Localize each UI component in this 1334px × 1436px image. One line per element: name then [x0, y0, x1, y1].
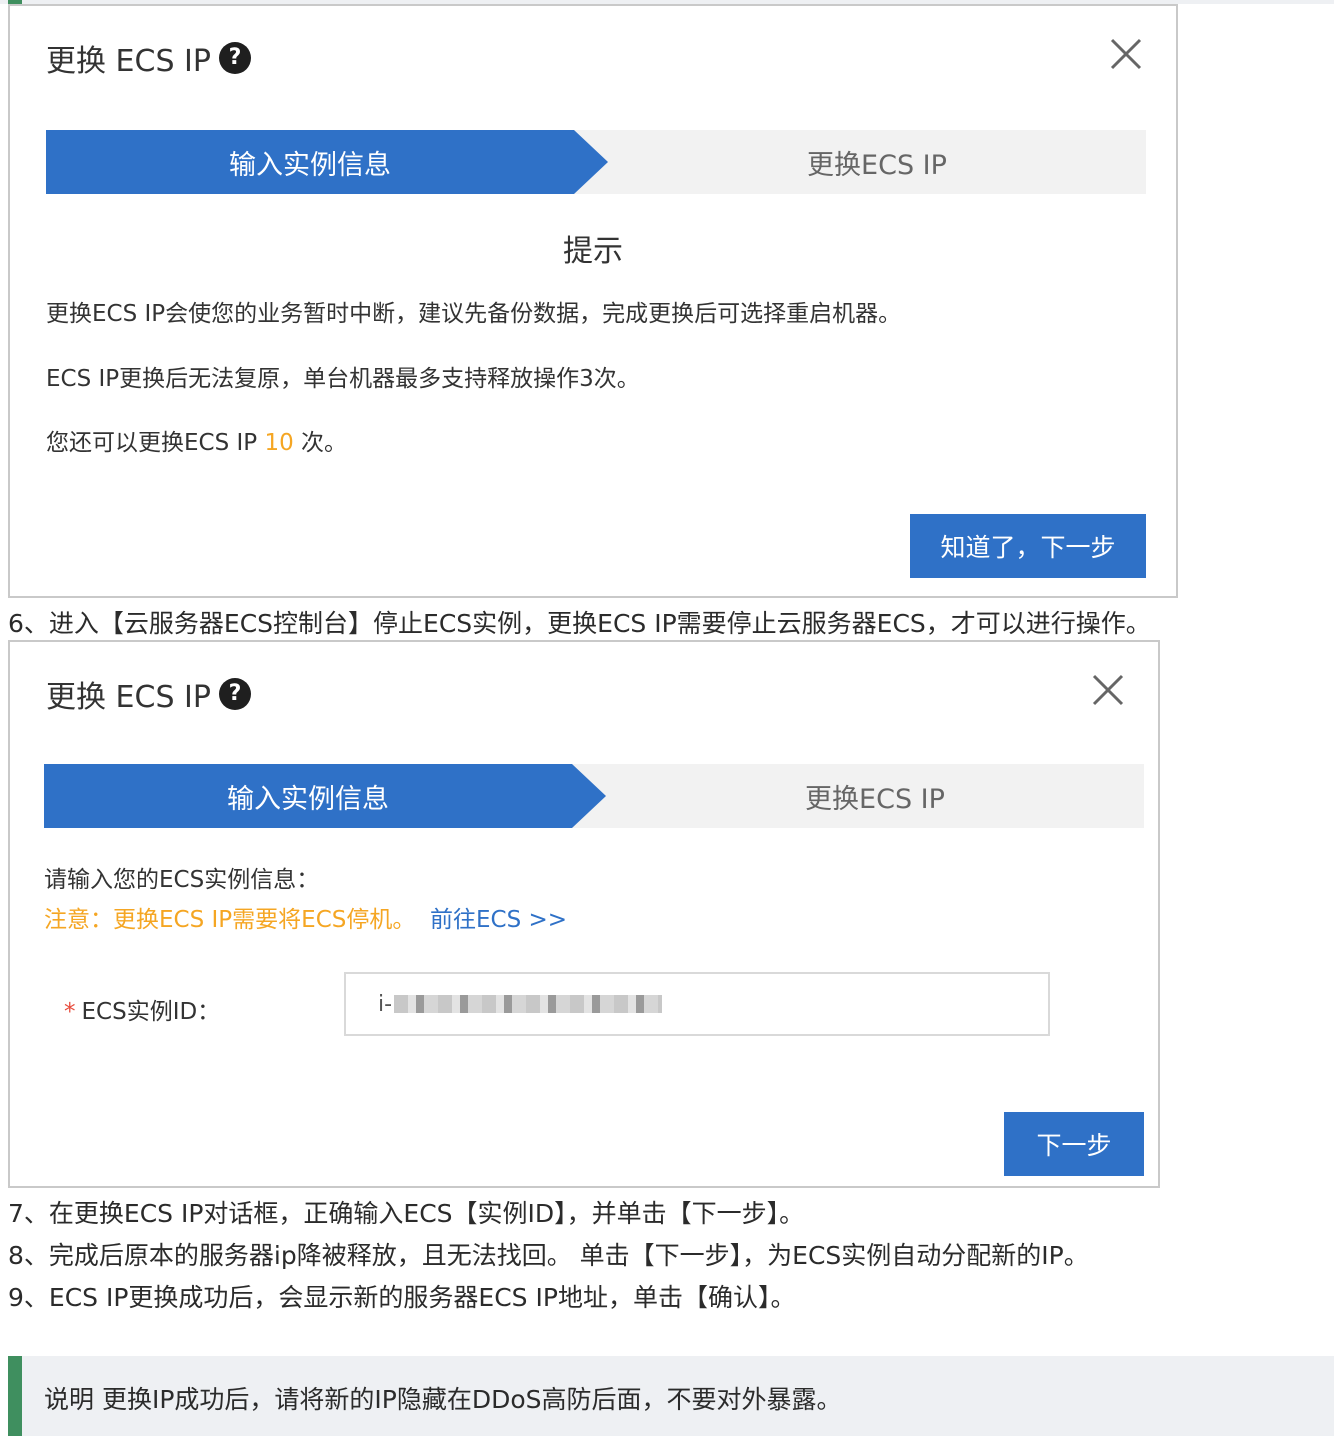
required-marker: *	[64, 999, 76, 1025]
note-accent-bar	[8, 1356, 22, 1436]
step-input-instance-info: 输入实例信息	[46, 130, 608, 194]
dialog-title: 更换 ECS IP ?	[46, 36, 251, 80]
note-text: 说明 更换IP成功后，请将新的IP隐藏在DDoS高防后面，不要对外暴露。	[44, 1385, 842, 1414]
tip-line-1: 更换ECS IP会使您的业务暂时中断，建议先备份数据，完成更换后可选择重启机器。	[46, 301, 902, 327]
tip-line-2: ECS IP更换后无法复原，单台机器最多支持释放操作3次。	[46, 366, 640, 392]
help-icon[interactable]: ?	[218, 678, 251, 710]
step-8-text: 8、完成后原本的服务器ip降被释放，且无法找回。 单击【下一步】，为ECS实例自…	[8, 1241, 1089, 1270]
instance-id-label: * ECS实例ID：	[64, 992, 220, 1026]
remaining-count: 10	[264, 430, 294, 456]
dialog-title: 更换 ECS IP ?	[46, 672, 251, 716]
step-9-text: 9、ECS IP更换成功后，会显示新的服务器ECS IP地址，单击【确认】。	[8, 1283, 796, 1312]
remaining-prefix: 您还可以更换ECS IP	[46, 430, 265, 456]
warning-line: 注意：更换ECS IP需要将ECS停机。 前往ECS >>	[44, 900, 567, 934]
remaining-suffix: 次。	[293, 430, 348, 456]
input-prompt: 请输入您的ECS实例信息：	[44, 867, 320, 893]
instance-id-prefix: i-	[378, 991, 393, 1017]
go-to-ecs-link[interactable]: 前往ECS >>	[430, 907, 567, 933]
tip-title: 提示	[563, 234, 623, 269]
redacted-instance-id	[394, 995, 663, 1013]
dialog-input-instance: 更换 ECS IP ? 输入实例信息 更换ECS IP 请输入您的ECS实例信息…	[8, 640, 1160, 1188]
step-change-ecs-ip: 更换ECS IP	[805, 783, 945, 815]
close-icon[interactable]	[1088, 670, 1128, 710]
dialog-title-text: 更换 ECS IP	[46, 44, 211, 79]
step-7-text: 7、在更换ECS IP对话框，正确输入ECS【实例ID】，并单击【下一步】。	[8, 1199, 805, 1228]
instance-id-input[interactable]: i-	[344, 972, 1050, 1036]
step-input-instance-info: 输入实例信息	[44, 764, 606, 828]
got-it-next-button[interactable]: 知道了，下一步	[910, 514, 1146, 578]
step-6-text: 6、进入【云服务器ECS控制台】停止ECS实例，更换ECS IP需要停止云服务器…	[8, 609, 1151, 638]
close-icon[interactable]	[1106, 34, 1146, 74]
next-button[interactable]: 下一步	[1004, 1112, 1144, 1176]
step-indicator: 输入实例信息 更换ECS IP	[44, 764, 1144, 828]
dialog-title-text: 更换 ECS IP	[46, 680, 211, 715]
note-box: 说明 更换IP成功后，请将新的IP隐藏在DDoS高防后面，不要对外暴露。	[8, 1356, 1334, 1436]
step-indicator: 输入实例信息 更换ECS IP	[46, 130, 1146, 194]
tip-line-3: 您还可以更换ECS IP 10 次。	[46, 423, 347, 457]
help-icon[interactable]: ?	[218, 42, 251, 74]
dialog-tip: 更换 ECS IP ? 输入实例信息 更换ECS IP 提示 更换ECS IP会…	[8, 4, 1178, 598]
instance-id-label-text: ECS实例ID：	[81, 999, 221, 1025]
step-change-ecs-ip: 更换ECS IP	[807, 149, 947, 181]
stop-warning: 注意：更换ECS IP需要将ECS停机。	[44, 907, 416, 933]
